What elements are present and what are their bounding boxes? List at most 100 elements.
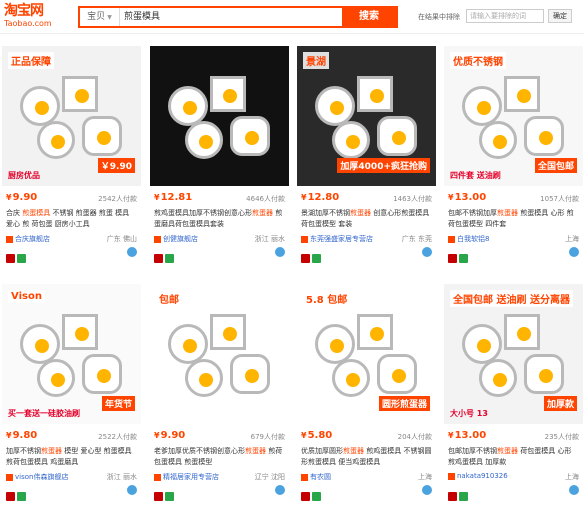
- product-image[interactable]: 包邮: [150, 284, 289, 424]
- image-label-mid: 加厚款: [543, 396, 577, 411]
- exclude-confirm-button[interactable]: 确定: [548, 9, 572, 23]
- search-button[interactable]: 搜索: [342, 8, 396, 26]
- product-card[interactable]: 5.8 包邮 圆形煎蛋器 ¥5.80 204人付款优质加厚圆形煎蛋器 煎鸡蛋模具 不锈…: [297, 284, 436, 502]
- price-value: 12.80: [307, 192, 340, 203]
- taobao-logo[interactable]: 淘宝网 Taobao.com: [4, 3, 54, 31]
- shop-link[interactable]: 合庆旗舰店: [6, 234, 50, 244]
- price-value: 9.90: [160, 430, 186, 441]
- egg-yolk-image: [35, 339, 49, 353]
- egg-yolk-image: [517, 89, 531, 103]
- egg-ring-image: [524, 116, 564, 156]
- shop-location: 浙江 丽水: [254, 235, 285, 243]
- image-label-bottom: 厨房优品: [8, 171, 40, 180]
- product-card[interactable]: ¥12.81 4646人付款 煎鸡蛋模具加厚不锈钢创意心形煎蛋器 煎蛋磨具荷包蛋模具…: [150, 46, 289, 264]
- image-label-bottom: 大小号 13: [450, 409, 488, 418]
- shop-location: 上海: [565, 473, 579, 481]
- title-prefix: 老爹加厚优质不锈钢创意心形: [154, 447, 245, 455]
- egg-ring-image: [357, 314, 393, 350]
- product-image[interactable]: Vison 年货节 买一套送一硅胶油刷: [2, 284, 141, 424]
- search-scope-select[interactable]: 宝贝 ▼: [80, 8, 120, 26]
- product-image[interactable]: 优质不锈钢 全国包邮 四件套 送油刷: [444, 46, 583, 186]
- product-card[interactable]: 全国包邮 送油刷 送分离器 加厚款 大小号 13 ¥13.00 235人付款 包邮加厚不锈…: [444, 284, 583, 502]
- wangwang-chat-icon[interactable]: [569, 485, 579, 495]
- search-scope-label: 宝贝: [87, 12, 106, 22]
- wangwang-chat-icon[interactable]: [275, 247, 285, 257]
- product-title[interactable]: 加厚不锈钢煎蛋器 模型 爱心型 煎蛋模具 煎荷包蛋模具 鸡蛋磨具: [6, 446, 138, 468]
- title-keyword: 煎蛋器: [252, 209, 273, 217]
- tmall-badge-icon: [154, 492, 163, 501]
- image-label-bottom: 四件套 送油刷: [450, 171, 501, 180]
- shop-link[interactable]: 白我软铝8: [448, 234, 489, 244]
- product-price: ¥5.80: [301, 430, 332, 441]
- product-title[interactable]: 煎鸡蛋模具加厚不锈钢创意心形煎蛋器 煎蛋磨具荷包蛋模具套装: [154, 208, 286, 230]
- currency-symbol: ¥: [154, 193, 160, 202]
- product-title[interactable]: 包邮加厚不锈钢煎蛋器 荷包蛋模具 心形 煎鸡蛋模具 加厚款: [448, 446, 580, 468]
- product-title[interactable]: 合庆 煎蛋模具 不锈钢 煎蛋器 煎蛋 模具 爱心 煎 荷包蛋 厨房小工具: [6, 208, 138, 230]
- product-card[interactable]: 优质不锈钢 全国包邮 四件套 送油刷 ¥13.00 1057人付款 包邮不锈钢加厚煎蛋器 …: [444, 46, 583, 264]
- product-title[interactable]: 优质加厚圆形煎蛋器 煎鸡蛋模具 不锈钢圆形煎蛋模具 便当鸡蛋模具: [301, 446, 433, 468]
- egg-yolk-image: [539, 369, 553, 383]
- shop-icon: [6, 235, 13, 243]
- shop-link[interactable]: nakata910326: [448, 472, 508, 480]
- guarantee-badge-icon: [459, 492, 468, 501]
- title-prefix: 包邮不锈钢加厚: [448, 209, 497, 217]
- shop-link[interactable]: 东莞强盛家居专营店: [301, 234, 373, 244]
- product-price: ¥12.80: [301, 192, 339, 203]
- tmall-badge-icon: [301, 254, 310, 263]
- tmall-badge-icon: [6, 492, 15, 501]
- egg-yolk-image: [245, 369, 259, 383]
- shop-link[interactable]: vison伟森旗舰店: [6, 472, 68, 482]
- price-value: 13.00: [454, 430, 487, 441]
- product-image[interactable]: 5.8 包邮 圆形煎蛋器: [297, 284, 436, 424]
- egg-ring-image: [504, 314, 540, 350]
- egg-ring-image: [37, 359, 75, 397]
- tmall-badge-icon: [448, 492, 457, 501]
- product-card[interactable]: 包邮 ¥9.90 679人付款 老爹加厚优质不锈钢创意心形煎蛋器 煎荷包蛋模具 煎蛋模…: [150, 284, 289, 502]
- service-badges: [448, 486, 470, 501]
- wangwang-chat-icon[interactable]: [422, 485, 432, 495]
- product-image[interactable]: 全国包邮 送油刷 送分离器 加厚款 大小号 13: [444, 284, 583, 424]
- price-value: 13.00: [454, 192, 487, 203]
- product-title[interactable]: 包邮不锈钢加厚煎蛋器 煎蛋模具 心形 煎荷包蛋模型 四件套: [448, 208, 580, 230]
- shop-icon: [6, 473, 13, 481]
- image-label-top: 景湖: [303, 52, 329, 69]
- wangwang-chat-icon[interactable]: [569, 247, 579, 257]
- product-title[interactable]: 老爹加厚优质不锈钢创意心形煎蛋器 煎荷包蛋模具 煎蛋模型: [154, 446, 286, 468]
- title-keyword: 煎蛋器: [350, 209, 371, 217]
- title-keyword: 煎蛋器: [497, 209, 518, 217]
- egg-yolk-image: [51, 135, 65, 149]
- logo-sub: Taobao.com: [4, 19, 52, 28]
- shop-name: vison伟森旗舰店: [15, 473, 69, 481]
- egg-ring-image: [315, 324, 355, 364]
- wangwang-chat-icon[interactable]: [422, 247, 432, 257]
- egg-ring-image: [332, 359, 370, 397]
- egg-ring-image: [377, 354, 417, 394]
- shop-link[interactable]: 创健旗舰店: [154, 234, 198, 244]
- exclude-input[interactable]: 请输入要排除的词: [466, 9, 544, 23]
- shop-link[interactable]: 精福居家用专营店: [154, 472, 219, 482]
- product-card[interactable]: Vison 年货节 买一套送一硅胶油刷 ¥9.80 2522人付款 加厚不锈钢煎蛋器 模型…: [2, 284, 141, 502]
- shop-name: nakata910326: [457, 472, 508, 480]
- image-label-mid: 圆形煎蛋器: [378, 396, 430, 411]
- logo-main: 淘宝网: [4, 3, 44, 19]
- search-input[interactable]: 煎蛋模具: [124, 8, 344, 26]
- product-price: ¥13.00: [448, 192, 486, 203]
- paid-count: 204人付款: [397, 433, 432, 441]
- shop-link[interactable]: 有农圆: [301, 472, 331, 482]
- wangwang-chat-icon[interactable]: [275, 485, 285, 495]
- product-title[interactable]: 景湖加厚不锈钢煎蛋器 创意心形煎蛋模具 荷包蛋模型 套装: [301, 208, 433, 230]
- product-image[interactable]: 正品保障 ￥9.90 厨房优品: [2, 46, 141, 186]
- egg-yolk-image: [75, 89, 89, 103]
- egg-ring-image: [168, 86, 208, 126]
- product-card[interactable]: 景湖 加厚4000+疯狂抢购 ¥12.80 1463人付款 景湖加厚不锈钢煎蛋器 创意心…: [297, 46, 436, 264]
- currency-symbol: ¥: [6, 431, 12, 440]
- egg-yolk-image: [223, 327, 237, 341]
- egg-yolk-image: [223, 89, 237, 103]
- product-card[interactable]: 正品保障 ￥9.90 厨房优品 ¥9.90 2542人付款 合庆 煎蛋模具 不锈钢 煎蛋器…: [2, 46, 141, 264]
- product-image[interactable]: [150, 46, 289, 186]
- egg-yolk-image: [199, 135, 213, 149]
- egg-yolk-image: [493, 135, 507, 149]
- wangwang-chat-icon[interactable]: [127, 485, 137, 495]
- product-image[interactable]: 景湖 加厚4000+疯狂抢购: [297, 46, 436, 186]
- wangwang-chat-icon[interactable]: [127, 247, 137, 257]
